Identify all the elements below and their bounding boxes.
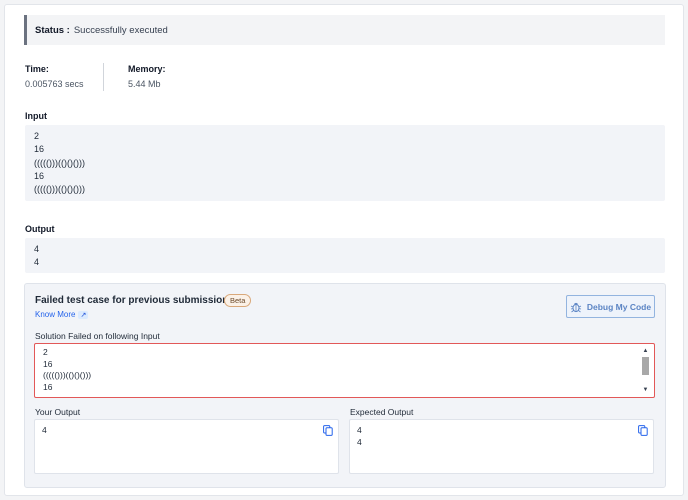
output-box: 4 4	[25, 238, 665, 273]
textarea-scrollbar[interactable]: ▲ ▼	[641, 347, 650, 394]
expected-output-box: 4 4	[349, 419, 654, 474]
beta-badge: Beta	[224, 294, 252, 307]
memory-value: 5.44 Mb	[128, 79, 161, 89]
know-more-label: Know More	[35, 310, 76, 319]
debug-button-label: Debug My Code	[586, 301, 652, 312]
memory-metric: Memory: 5.44 Mb	[128, 64, 166, 89]
failed-testcase-title: Failed test case for previous submission	[35, 295, 229, 306]
metric-divider	[103, 63, 104, 91]
failed-input-line: 2	[43, 347, 48, 357]
output-line: 4	[34, 244, 40, 254]
status-value: Successfully executed	[73, 24, 168, 36]
input-box: 2 16 ((((()))(()()())) 16 ((((()))(()()(…	[25, 125, 665, 201]
your-output-box: 4	[34, 419, 339, 474]
debug-my-code-button[interactable]: Debug My Code	[566, 295, 655, 318]
input-line: ((((()))(()()()))	[34, 184, 85, 195]
copy-icon[interactable]	[638, 425, 648, 436]
time-label: Time:	[25, 64, 49, 74]
external-link-icon: ↗	[78, 310, 89, 319]
failed-testcase-card: Failed test case for previous submission…	[24, 283, 666, 488]
expected-output-line: 4	[357, 425, 362, 435]
input-line: 16	[34, 170, 45, 181]
input-label: Input	[25, 111, 47, 121]
time-value: 0.005763 secs	[25, 79, 84, 89]
your-output-line: 4	[42, 425, 47, 435]
output-line: 4	[34, 257, 40, 268]
failed-input-line: 16	[43, 358, 53, 369]
scroll-thumb[interactable]	[642, 357, 649, 375]
status-label: Status :	[35, 24, 70, 36]
result-panel: Status : Successfully executed Time: 0.0…	[4, 4, 684, 496]
status-bar: Status : Successfully executed	[24, 15, 665, 45]
bug-icon	[570, 302, 582, 312]
time-metric: Time: 0.005763 secs	[25, 64, 84, 89]
know-more-link[interactable]: Know More ↗	[35, 310, 89, 319]
scroll-down-arrow-icon[interactable]: ▼	[641, 386, 650, 394]
failed-input-line: 16	[43, 381, 53, 392]
expected-output-line: 4	[357, 436, 362, 447]
your-output-label: Your Output	[35, 407, 81, 417]
copy-icon[interactable]	[323, 425, 333, 436]
failed-input-label: Solution Failed on following Input	[35, 331, 160, 341]
input-line: 16	[34, 144, 45, 155]
output-label: Output	[25, 224, 55, 234]
memory-label: Memory:	[128, 64, 166, 74]
input-line: 2	[34, 131, 40, 141]
scroll-up-arrow-icon[interactable]: ▲	[641, 347, 650, 355]
input-line: ((((()))(()()()))	[34, 157, 85, 168]
failed-input-textarea[interactable]: 2 16 ((((()))(()()())) 16 ▲ ▼	[34, 343, 655, 398]
failed-input-line: ((((()))(()()()))	[43, 370, 92, 380]
expected-output-label: Expected Output	[350, 407, 414, 417]
